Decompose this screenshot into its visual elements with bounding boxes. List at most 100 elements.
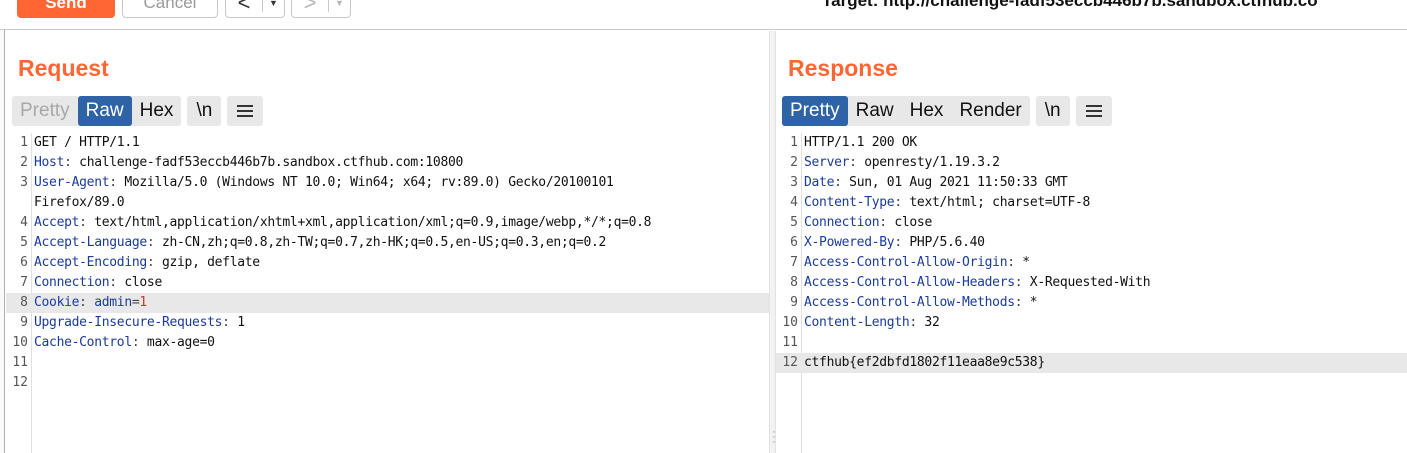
code-line: 8 Cookie: admin=1 (6, 293, 769, 313)
code-text: Server: openresty/1.19.3.2 (804, 153, 1000, 173)
header-colon: : (109, 175, 117, 190)
code-line: 11 (6, 353, 769, 373)
line-number: 3 (790, 175, 798, 190)
header-name: Cache-Control (34, 335, 132, 350)
back-arrow-icon[interactable]: < (226, 0, 262, 14)
code-line: 5 Connection: close (776, 213, 1407, 233)
tab-raw[interactable]: Raw (77, 96, 132, 126)
cancel-button[interactable]: Cancel (122, 0, 218, 18)
header-name: Cookie (34, 295, 80, 310)
line-number: 10 (782, 315, 798, 330)
code-text: Host: challenge-fadf53eccb446b7b.sandbox… (34, 153, 463, 173)
target-label[interactable]: Target: http://challenge-fadf53eccb446b7… (822, 0, 1318, 11)
header-value: zh-CN,zh;q=0.8,zh-TW;q=0.7,zh-HK;q=0.5,e… (154, 235, 607, 250)
header-colon: : (79, 215, 87, 230)
code-text: Accept-Language: zh-CN,zh;q=0.8,zh-TW;q=… (34, 233, 606, 253)
code-text: Cookie: admin=1 (34, 293, 147, 313)
header-name: X-Powered-By (804, 235, 895, 250)
code-line: 6 X-Powered-By: PHP/5.6.40 (776, 233, 1407, 253)
header-colon: : (1007, 255, 1015, 270)
code-text: Access-Control-Allow-Methods: * (804, 293, 1038, 313)
send-button[interactable]: Send (17, 0, 115, 18)
tab-pretty[interactable]: Pretty (12, 96, 78, 126)
line-number: 11 (12, 355, 28, 370)
hamburger-icon (1085, 105, 1102, 117)
tab-render[interactable]: Render (951, 96, 1029, 126)
response-format-tabs: Pretty Raw Hex Render (782, 96, 1030, 126)
response-menu-button[interactable] (1075, 96, 1112, 126)
pane-divider[interactable]: · · · (769, 31, 776, 453)
header-name: Connection (804, 215, 880, 230)
code-line: 7 Access-Control-Allow-Origin: * (776, 253, 1407, 273)
response-title: Response (788, 55, 898, 81)
header-colon: : (879, 215, 887, 230)
header-name: Connection (34, 275, 110, 290)
code-line: 9 Upgrade-Insecure-Requests: 1 (6, 313, 769, 333)
code-line: 10 Content-Length: 32 (776, 313, 1407, 333)
forward-history-dropdown-icon[interactable]: ▼ (329, 0, 350, 8)
line-number: 4 (790, 195, 798, 210)
line-number: 7 (790, 255, 798, 270)
line-number: 4 (20, 215, 28, 230)
header-value: gzip, deflate (154, 255, 260, 270)
header-name: Content-Type (804, 195, 895, 210)
code-line: 6 Accept-Encoding: gzip, deflate (6, 253, 769, 273)
header-value: * (1022, 295, 1038, 310)
code-literal: GET / HTTP/1.1 (34, 135, 140, 150)
response-editor[interactable]: 1 HTTP/1.1 200 OK 2 Server: openresty/1.19.… (776, 133, 1407, 453)
tab-hex[interactable]: Hex (132, 96, 182, 126)
header-value: close (116, 275, 162, 290)
code-text: X-Powered-By: PHP/5.6.40 (804, 233, 985, 253)
header-value: Sun, 01 Aug 2021 11:50:33 GMT (841, 175, 1068, 190)
code-line: 4 Accept: text/html,application/xhtml+xml… (6, 213, 769, 233)
line-number: 1 (790, 135, 798, 150)
left-edge-strip (0, 30, 5, 453)
line-number: 6 (20, 255, 28, 270)
newline-toggle-button[interactable]: \n (187, 96, 222, 126)
line-number: 9 (790, 295, 798, 310)
request-editor[interactable]: 1 GET / HTTP/1.1 2 Host: challenge-fadf53ec… (6, 133, 769, 453)
request-menu-button[interactable] (227, 96, 264, 126)
header-value: 32 (916, 315, 940, 330)
header-value: 1 (229, 315, 245, 330)
code-line: 9 Access-Control-Allow-Methods: * (776, 293, 1407, 313)
tab-raw[interactable]: Raw (848, 96, 902, 126)
header-value: max-age=0 (139, 335, 215, 350)
code-text: Access-Control-Allow-Origin: * (804, 253, 1030, 273)
tab-hex[interactable]: Hex (902, 96, 952, 126)
newline-toggle-button[interactable]: \n (1035, 96, 1070, 126)
line-number: 5 (20, 235, 28, 250)
code-line: 1 HTTP/1.1 200 OK (776, 133, 1407, 153)
header-colon: : (222, 315, 230, 330)
header-value: close (886, 215, 932, 230)
hamburger-icon (237, 105, 254, 117)
header-value: * (1014, 255, 1030, 270)
header-colon: : (79, 295, 87, 310)
code-line: 2 Server: openresty/1.19.3.2 (776, 153, 1407, 173)
header-name: Access-Control-Allow-Origin (804, 255, 1008, 270)
code-line: Firefox/89.0 (6, 193, 769, 213)
header-name: Upgrade-Insecure-Requests (34, 315, 223, 330)
code-line: 5 Accept-Language: zh-CN,zh;q=0.8,zh-TW;q… (6, 233, 769, 253)
line-number: 12 (12, 375, 28, 390)
header-name: Date (804, 175, 835, 190)
line-number: 2 (790, 155, 798, 170)
line-number: 11 (782, 335, 798, 350)
header-name: Accept-Language (34, 235, 147, 250)
line-number: 7 (20, 275, 28, 290)
back-history-dropdown-icon[interactable]: ▼ (263, 0, 284, 8)
code-text: Access-Control-Allow-Headers: X-Requeste… (804, 273, 1151, 293)
forward-arrow-icon[interactable]: > (292, 0, 328, 14)
code-line: 11 (776, 333, 1407, 353)
tab-pretty[interactable]: Pretty (782, 96, 848, 126)
header-value: PHP/5.6.40 (901, 235, 985, 250)
request-view-tabs: Pretty Raw Hex \n (12, 96, 264, 126)
code-line: 4 Content-Type: text/html; charset=UTF-8 (776, 193, 1407, 213)
code-text: Upgrade-Insecure-Requests: 1 (34, 313, 245, 333)
header-colon: : (109, 275, 117, 290)
code-text: Connection: close (804, 213, 932, 233)
code-text: Accept-Encoding: gzip, deflate (34, 253, 260, 273)
request-title: Request (18, 55, 109, 81)
history-back-group: < ▼ (225, 0, 285, 18)
header-colon: : (834, 175, 842, 190)
